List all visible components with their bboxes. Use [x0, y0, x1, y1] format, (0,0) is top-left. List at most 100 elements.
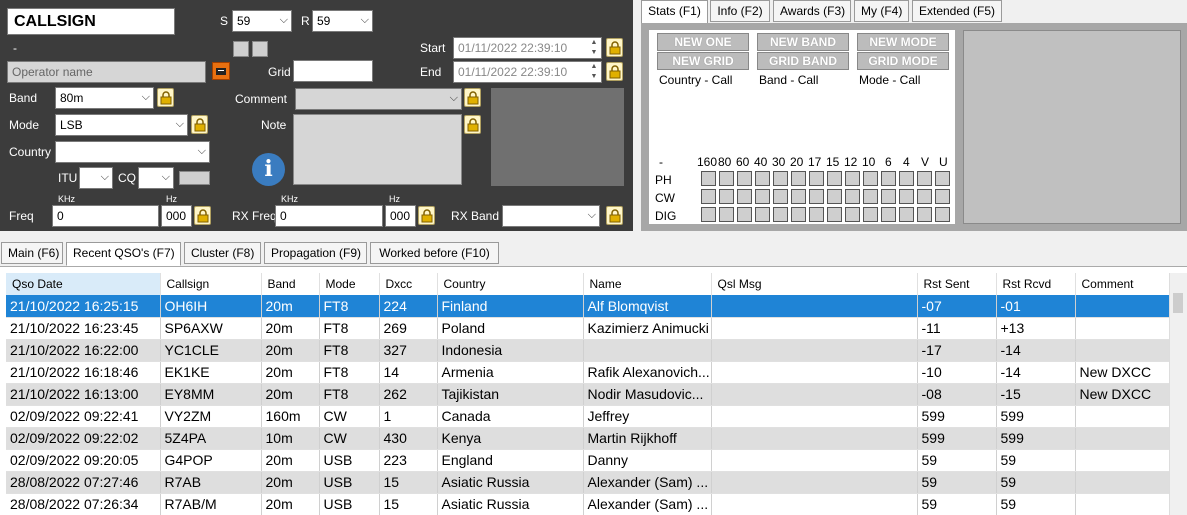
rx-freq-khz-input[interactable]: 0: [275, 205, 383, 227]
column-header[interactable]: Name: [583, 273, 712, 295]
column-header[interactable]: Country: [437, 273, 584, 295]
band-lock-icon[interactable]: [157, 88, 174, 107]
stats-content: NEW ONE NEW BAND NEW MODE NEW GRID GRID …: [649, 30, 955, 224]
tab-propagation[interactable]: Propagation (F9): [264, 242, 367, 264]
tab-stats[interactable]: Stats (F1): [641, 0, 708, 24]
table-cell: FT8: [319, 383, 380, 406]
table-header-row: Qso Date Callsign Band Mode Dxcc Country Name Q…: [6, 273, 1170, 295]
column-header[interactable]: Qsl Msg: [711, 273, 918, 295]
flag-box-right[interactable]: [252, 41, 268, 57]
table-cell: 20m: [261, 493, 320, 515]
table-cell: Nodir Masudovic...: [583, 383, 712, 406]
tab-worked-before[interactable]: Worked before (F10): [370, 242, 499, 264]
column-header[interactable]: Band: [261, 273, 320, 295]
table-scrollbar[interactable]: [1169, 273, 1187, 515]
tab-awards[interactable]: Awards (F3): [773, 0, 851, 22]
start-spin-button[interactable]: ▲ ▼: [587, 38, 601, 58]
freq-khz-input[interactable]: 0: [52, 205, 159, 227]
start-lock-icon[interactable]: [606, 38, 623, 57]
rx-freq-lock-icon[interactable]: [418, 206, 435, 225]
table-cell: Poland: [437, 317, 584, 340]
column-header[interactable]: Callsign: [160, 273, 262, 295]
table-row[interactable]: 28/08/2022 07:26:34 R7AB/M 20m USB 15 Asiatic…: [6, 493, 1170, 515]
table-row[interactable]: 02/09/2022 09:22:41 VY2ZM 160m CW 1 Canada Jef…: [6, 405, 1170, 428]
operator-name-input[interactable]: Operator name: [7, 61, 206, 83]
band-mode-cell: [719, 171, 734, 186]
column-header[interactable]: Comment: [1075, 273, 1170, 295]
column-header[interactable]: Mode: [319, 273, 380, 295]
table-row[interactable]: 21/10/2022 16:22:00 YC1CLE 20m FT8 327 Indone…: [6, 339, 1170, 362]
new-mode-button[interactable]: NEW MODE: [857, 33, 949, 51]
table-cell: 59: [917, 471, 997, 494]
table-row[interactable]: 21/10/2022 16:25:15 OH6IH 20m FT8 224 Finland…: [6, 295, 1170, 318]
tab-recent-qsos[interactable]: Recent QSO's (F7): [66, 242, 181, 266]
table-cell: New DXCC: [1075, 361, 1170, 384]
column-header[interactable]: Rst Rcvd: [996, 273, 1076, 295]
band-mode-cell: [899, 207, 914, 222]
new-grid-button[interactable]: NEW GRID: [657, 52, 749, 70]
table-row[interactable]: 02/09/2022 09:22:02 5Z4PA 10m CW 430 Kenya Mar…: [6, 427, 1170, 450]
table-row[interactable]: 28/08/2022 07:27:46 R7AB 20m USB 15 Asiatic R…: [6, 471, 1170, 494]
end-spin-button[interactable]: ▲ ▼: [587, 62, 601, 82]
grid-band-button[interactable]: GRID BAND: [757, 52, 849, 70]
new-one-button[interactable]: NEW ONE: [657, 33, 749, 51]
note-lock-icon[interactable]: [464, 115, 481, 134]
freq-hz-input[interactable]: 000: [161, 205, 192, 227]
column-header[interactable]: Dxcc: [379, 273, 438, 295]
rst-rcvd-select[interactable]: 59 ⌵: [312, 10, 373, 32]
freq-lock-icon[interactable]: [194, 206, 211, 225]
flag-box-left[interactable]: [233, 41, 249, 57]
grid-mode-button[interactable]: GRID MODE: [857, 52, 949, 70]
table-cell: 21/10/2022 16:18:46: [6, 361, 161, 384]
table-cell: 14: [379, 361, 438, 384]
column-header[interactable]: Qso Date: [6, 273, 161, 295]
band-select[interactable]: 80m ⌵: [55, 87, 154, 109]
rx-band-lock-icon[interactable]: [606, 206, 623, 225]
table-cell: 02/09/2022 09:20:05: [6, 449, 161, 472]
band-mode-cell: [827, 207, 842, 222]
rst-sent-select[interactable]: 59 ⌵: [232, 10, 292, 32]
table-row[interactable]: 21/10/2022 16:13:00 EY8MM 20m FT8 262 Tajikis…: [6, 383, 1170, 406]
table-cell: R7AB/M: [160, 493, 262, 515]
note-textarea[interactable]: [293, 114, 462, 185]
column-header[interactable]: Rst Sent: [917, 273, 997, 295]
chevron-down-icon: ⌵: [279, 14, 288, 26]
table-row[interactable]: 02/09/2022 09:20:05 G4POP 20m USB 223 England…: [6, 449, 1170, 472]
itu-select[interactable]: ⌵: [79, 167, 113, 189]
rx-freq-hz-input[interactable]: 000: [385, 205, 416, 227]
tab-extended[interactable]: Extended (F5): [912, 0, 1002, 22]
comment-lock-icon[interactable]: [464, 88, 481, 107]
grid-input[interactable]: [293, 60, 373, 82]
rx-band-select[interactable]: ⌵: [502, 205, 600, 227]
table-cell: Indonesia: [437, 339, 584, 362]
cq-select[interactable]: ⌵: [138, 167, 174, 189]
operator-lookup-icon[interactable]: [212, 62, 230, 80]
table-cell: Asiatic Russia: [437, 471, 584, 494]
cq-label: CQ: [118, 171, 136, 185]
mode-lock-icon[interactable]: [191, 115, 208, 134]
tab-my[interactable]: My (F4): [854, 0, 909, 22]
info-icon[interactable]: i: [252, 153, 285, 186]
tab-cluster[interactable]: Cluster (F8): [184, 242, 261, 264]
callsign-input[interactable]: CALLSIGN: [7, 8, 175, 35]
end-lock-icon[interactable]: [606, 62, 623, 81]
new-band-button[interactable]: NEW BAND: [757, 33, 849, 51]
table-row[interactable]: 21/10/2022 16:23:45 SP6AXW 20m FT8 269 Poland…: [6, 317, 1170, 340]
end-datetime-input[interactable]: 01/11/2022 22:39:10: [453, 61, 602, 83]
band-mode-cell: [809, 171, 824, 186]
table-row[interactable]: 21/10/2022 16:18:46 EK1KE 20m FT8 14 Armenia R…: [6, 361, 1170, 384]
rx-hz-label: Hz: [389, 194, 400, 204]
country-select[interactable]: ⌵: [55, 141, 210, 163]
start-datetime-input[interactable]: 01/11/2022 22:39:10: [453, 37, 602, 59]
scrollbar-thumb[interactable]: [1173, 293, 1183, 313]
mode-select[interactable]: LSB ⌵: [55, 114, 188, 136]
tab-main[interactable]: Main (F6): [1, 242, 63, 264]
rst-rcvd-label: R: [301, 14, 310, 28]
table-cell: Kenya: [437, 427, 584, 450]
band-header-label: 4: [903, 155, 910, 169]
comment-select[interactable]: ⌵: [295, 88, 462, 110]
band-mode-cell: [755, 189, 770, 204]
band-mode-cell: [935, 171, 950, 186]
tab-info[interactable]: Info (F2): [710, 0, 770, 22]
table-cell: USB: [319, 449, 380, 472]
